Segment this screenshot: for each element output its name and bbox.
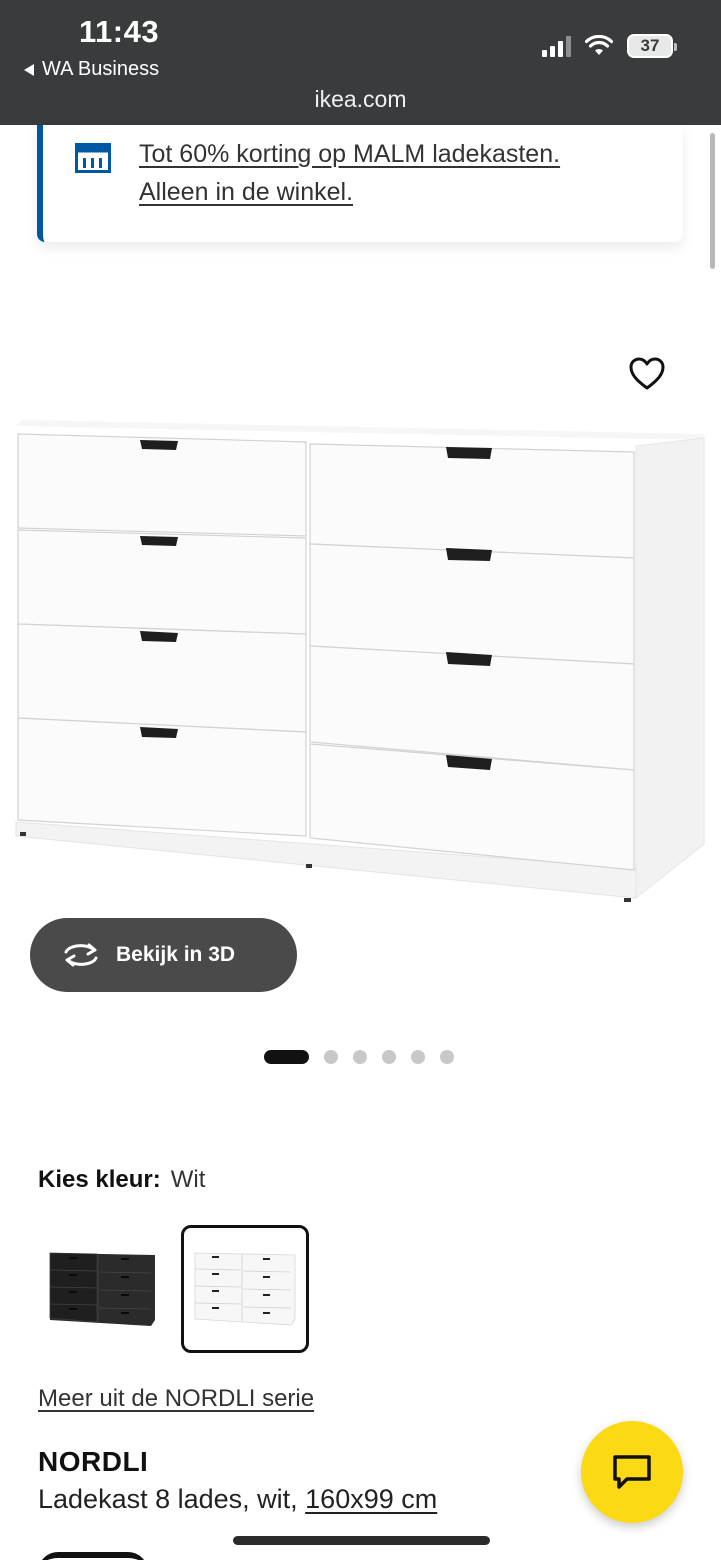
carousel-dot[interactable]	[440, 1050, 454, 1064]
product-image[interactable]	[14, 412, 708, 908]
color-label: Kies kleur:	[38, 1166, 161, 1193]
home-indicator[interactable]	[233, 1536, 490, 1545]
series-link[interactable]: Meer uit de NORDLI serie	[38, 1385, 314, 1413]
price-partial	[38, 1552, 158, 1560]
chat-button[interactable]	[581, 1421, 683, 1523]
wifi-icon	[585, 35, 613, 55]
carousel-dot[interactable]	[353, 1050, 367, 1064]
back-to-app-button[interactable]: WA Business	[24, 58, 159, 81]
scroll-indicator	[710, 133, 715, 269]
back-app-label: WA Business	[42, 58, 160, 80]
status-bar: 11:43 WA Business 37 ikea.com	[0, 0, 721, 125]
view-3d-button[interactable]: Bekijk in 3D	[30, 918, 297, 992]
view-3d-label: Bekijk in 3D	[116, 943, 236, 966]
dresser-thumbnail-black	[49, 1252, 155, 1326]
status-icons: 37	[542, 34, 677, 58]
back-arrow-icon	[24, 63, 34, 76]
chat-icon	[613, 1455, 651, 1489]
dresser-thumbnail-white	[194, 1252, 296, 1326]
promo-text[interactable]: Tot 60% korting op MALM ladekasten. Alle…	[139, 135, 560, 211]
heart-icon[interactable]	[628, 356, 666, 392]
promo-banner[interactable]: Tot 60% korting op MALM ladekasten. Alle…	[37, 125, 683, 242]
promo-link-line1[interactable]: Tot 60% korting op MALM ladekasten.	[139, 140, 560, 168]
carousel-dot-active[interactable]	[264, 1050, 309, 1064]
rotate-3d-icon	[64, 943, 98, 967]
carousel-dot[interactable]	[324, 1050, 338, 1064]
color-swatch-wit-selected[interactable]	[181, 1225, 309, 1353]
color-selected-value: Wit	[170, 1166, 206, 1193]
product-name: NORDLI	[38, 1446, 149, 1477]
carousel-dot[interactable]	[411, 1050, 425, 1064]
carousel-dot[interactable]	[382, 1050, 396, 1064]
battery-indicator: 37	[627, 34, 677, 58]
promo-link-line2[interactable]: Alleen in de winkel.	[139, 178, 353, 206]
store-icon	[75, 143, 111, 173]
status-time: 11:43	[79, 14, 160, 49]
cellular-signal-icon	[542, 35, 571, 57]
color-swatch-antraciet[interactable]	[38, 1226, 166, 1354]
color-picker-label: Kies kleur: Wit	[38, 1166, 205, 1194]
product-size-link[interactable]: 160x99 cm	[305, 1484, 437, 1514]
url-bar[interactable]: ikea.com	[0, 86, 721, 113]
product-description-text: Ladekast 8 lades, wit,	[38, 1484, 306, 1514]
carousel-dots[interactable]	[264, 1050, 454, 1064]
product-description: Ladekast 8 lades, wit, 160x99 cm	[38, 1484, 437, 1515]
